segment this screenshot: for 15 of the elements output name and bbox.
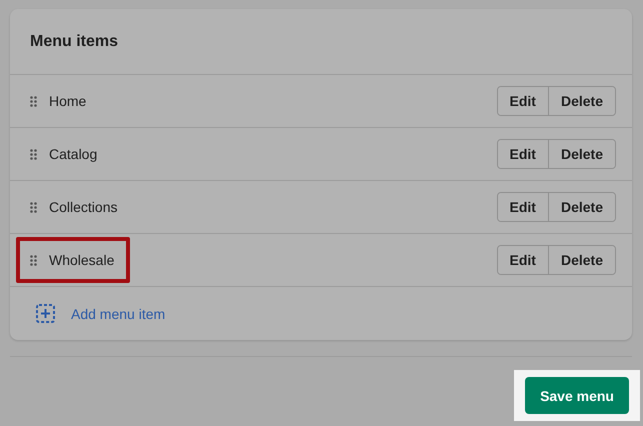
delete-button[interactable]: Delete (548, 193, 615, 221)
delete-button[interactable]: Delete (548, 140, 615, 168)
menu-item-label: Home (49, 93, 86, 109)
delete-button[interactable]: Delete (548, 87, 615, 115)
card-title: Menu items (30, 32, 118, 50)
drag-handle-icon[interactable] (30, 148, 37, 160)
menu-item-label: Wholesale (49, 252, 114, 268)
menu-item-label: Catalog (49, 146, 98, 162)
add-icon[interactable] (36, 304, 55, 323)
menu-item-label: Collections (49, 199, 118, 215)
drag-handle-icon[interactable] (30, 96, 37, 106)
drag-handle-icon[interactable] (30, 202, 37, 212)
save-menu-button[interactable]: Save menu (525, 377, 629, 414)
delete-button[interactable]: Delete (548, 246, 615, 274)
drag-handle-icon[interactable] (30, 254, 37, 266)
